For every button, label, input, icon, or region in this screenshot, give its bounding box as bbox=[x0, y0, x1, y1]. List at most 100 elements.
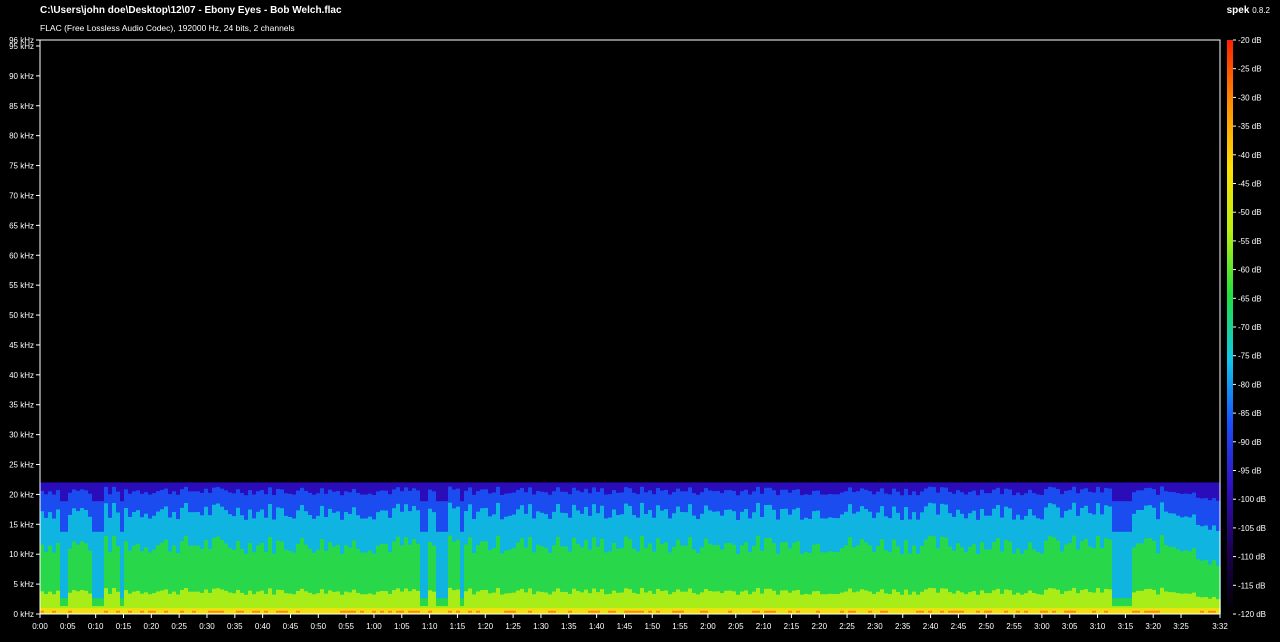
spectrogram-column bbox=[1120, 482, 1125, 614]
spectrogram-column bbox=[460, 482, 465, 614]
spectrogram-column bbox=[388, 482, 393, 614]
spectrogram-column bbox=[344, 482, 349, 614]
spectrogram-column bbox=[320, 482, 325, 614]
spectrogram-column bbox=[1140, 482, 1145, 614]
spectrogram-column bbox=[784, 482, 789, 614]
spectrogram-column bbox=[596, 482, 601, 614]
freq-tick-label: 0 kHz bbox=[14, 610, 34, 619]
spectrogram-column bbox=[520, 482, 525, 614]
db-tick-label: -110 dB bbox=[1238, 553, 1265, 562]
time-tick-label: 1:35 bbox=[561, 622, 577, 631]
time-tick-label: 0:55 bbox=[338, 622, 354, 631]
spectrogram-column bbox=[1188, 482, 1193, 614]
spectrogram-column bbox=[872, 482, 877, 614]
spectrogram-column bbox=[716, 482, 721, 614]
freq-tick-label: 96 kHz bbox=[9, 36, 34, 45]
spectrogram-column bbox=[92, 482, 97, 614]
spectrogram-column bbox=[1208, 482, 1213, 614]
spectrogram-column bbox=[316, 482, 321, 614]
freq-tick-label: 55 kHz bbox=[9, 281, 34, 290]
spectrogram-column bbox=[736, 482, 741, 614]
spectrogram-column bbox=[272, 482, 277, 614]
spectrogram-column bbox=[572, 482, 577, 614]
spectrogram-column bbox=[492, 482, 497, 614]
spectrogram-column bbox=[468, 482, 473, 614]
spectrogram-column bbox=[184, 482, 189, 614]
spectrogram-chart: 0:00 0:05 0:10 0:15 0:20 0:25 0:30 0:35 0:40 0:45… bbox=[9, 36, 1266, 631]
time-tick-label: 2:00 bbox=[700, 622, 716, 631]
spectrogram-column bbox=[120, 482, 125, 614]
spectrogram-column bbox=[556, 482, 561, 614]
spectrogram-column bbox=[900, 482, 905, 614]
freq-tick-label: 35 kHz bbox=[9, 401, 34, 410]
spectrogram-column bbox=[1008, 482, 1013, 614]
spectrogram-column bbox=[312, 482, 317, 614]
spectrogram-column bbox=[340, 482, 345, 614]
time-tick-label: 1:20 bbox=[477, 622, 493, 631]
spectrogram-column bbox=[684, 482, 689, 614]
db-tick-label: -55 dB bbox=[1238, 237, 1262, 246]
spectrogram-column bbox=[724, 482, 729, 614]
spectrogram-column bbox=[672, 482, 677, 614]
spectrogram-plot bbox=[40, 482, 1221, 614]
spectrogram-column bbox=[712, 482, 717, 614]
spectrogram-column bbox=[372, 482, 377, 614]
spectrogram-column bbox=[528, 482, 533, 614]
time-tick-label: 2:45 bbox=[951, 622, 967, 631]
spectrogram-column bbox=[352, 482, 357, 614]
db-tick-label: -100 dB bbox=[1238, 495, 1266, 504]
spectrogram-column bbox=[516, 482, 521, 614]
spectrogram-column bbox=[252, 482, 257, 614]
spectrogram-column bbox=[668, 482, 673, 614]
spectrogram-column bbox=[1112, 482, 1117, 614]
spectrogram-column bbox=[456, 482, 461, 614]
time-tick-label: 1:50 bbox=[644, 622, 660, 631]
spectrogram-column bbox=[168, 482, 173, 614]
spectrogram-column bbox=[436, 482, 441, 614]
time-tick-label: 1:45 bbox=[617, 622, 633, 631]
spectrogram-column bbox=[1100, 482, 1105, 614]
spectrogram-column bbox=[328, 482, 333, 614]
spectrogram-column bbox=[984, 482, 989, 614]
spectrogram-column bbox=[1060, 482, 1065, 614]
spectrogram-column bbox=[1048, 482, 1053, 614]
spectrogram-column bbox=[604, 482, 609, 614]
spectrogram-column bbox=[1192, 482, 1197, 614]
time-tick-label: 3:10 bbox=[1090, 622, 1106, 631]
spectrogram-column bbox=[1028, 482, 1033, 614]
spectrogram-column bbox=[384, 482, 389, 614]
spectrogram-column bbox=[220, 482, 225, 614]
spectrogram-column bbox=[532, 482, 537, 614]
spectrogram-column bbox=[688, 482, 693, 614]
spectrogram-column bbox=[1064, 482, 1069, 614]
spectrogram-column bbox=[1020, 482, 1025, 614]
spectrogram-column bbox=[800, 482, 805, 614]
spectrogram-column bbox=[776, 482, 781, 614]
freq-tick-label: 75 kHz bbox=[9, 162, 34, 171]
db-tick-label: -120 dB bbox=[1238, 610, 1266, 619]
spectrogram-column bbox=[472, 482, 477, 614]
spectrogram-column bbox=[728, 482, 733, 614]
time-tick-label: 0:35 bbox=[227, 622, 243, 631]
spectrogram-column bbox=[280, 482, 285, 614]
spectrogram-column bbox=[652, 482, 657, 614]
spectrogram-column bbox=[244, 482, 249, 614]
freq-tick-label: 30 kHz bbox=[9, 431, 34, 440]
spectrogram-column bbox=[380, 482, 385, 614]
time-tick-label: 2:20 bbox=[811, 622, 827, 631]
spectrogram-column bbox=[136, 482, 141, 614]
freq-tick-label: 45 kHz bbox=[9, 341, 34, 350]
spectrogram-column bbox=[584, 482, 589, 614]
spectrogram-column bbox=[700, 482, 705, 614]
spectrogram-column bbox=[412, 482, 417, 614]
time-tick-label: 2:35 bbox=[895, 622, 911, 631]
time-tick-label: 3:05 bbox=[1062, 622, 1078, 631]
spectrogram-column bbox=[464, 482, 469, 614]
spectrogram-column bbox=[748, 482, 753, 614]
spectrogram-column bbox=[132, 482, 137, 614]
spectrogram-column bbox=[1176, 482, 1181, 614]
time-tick-label: 2:50 bbox=[978, 622, 994, 631]
spectrogram-column bbox=[444, 482, 449, 614]
spectrogram-column bbox=[1024, 482, 1029, 614]
spectrogram-column bbox=[276, 482, 281, 614]
